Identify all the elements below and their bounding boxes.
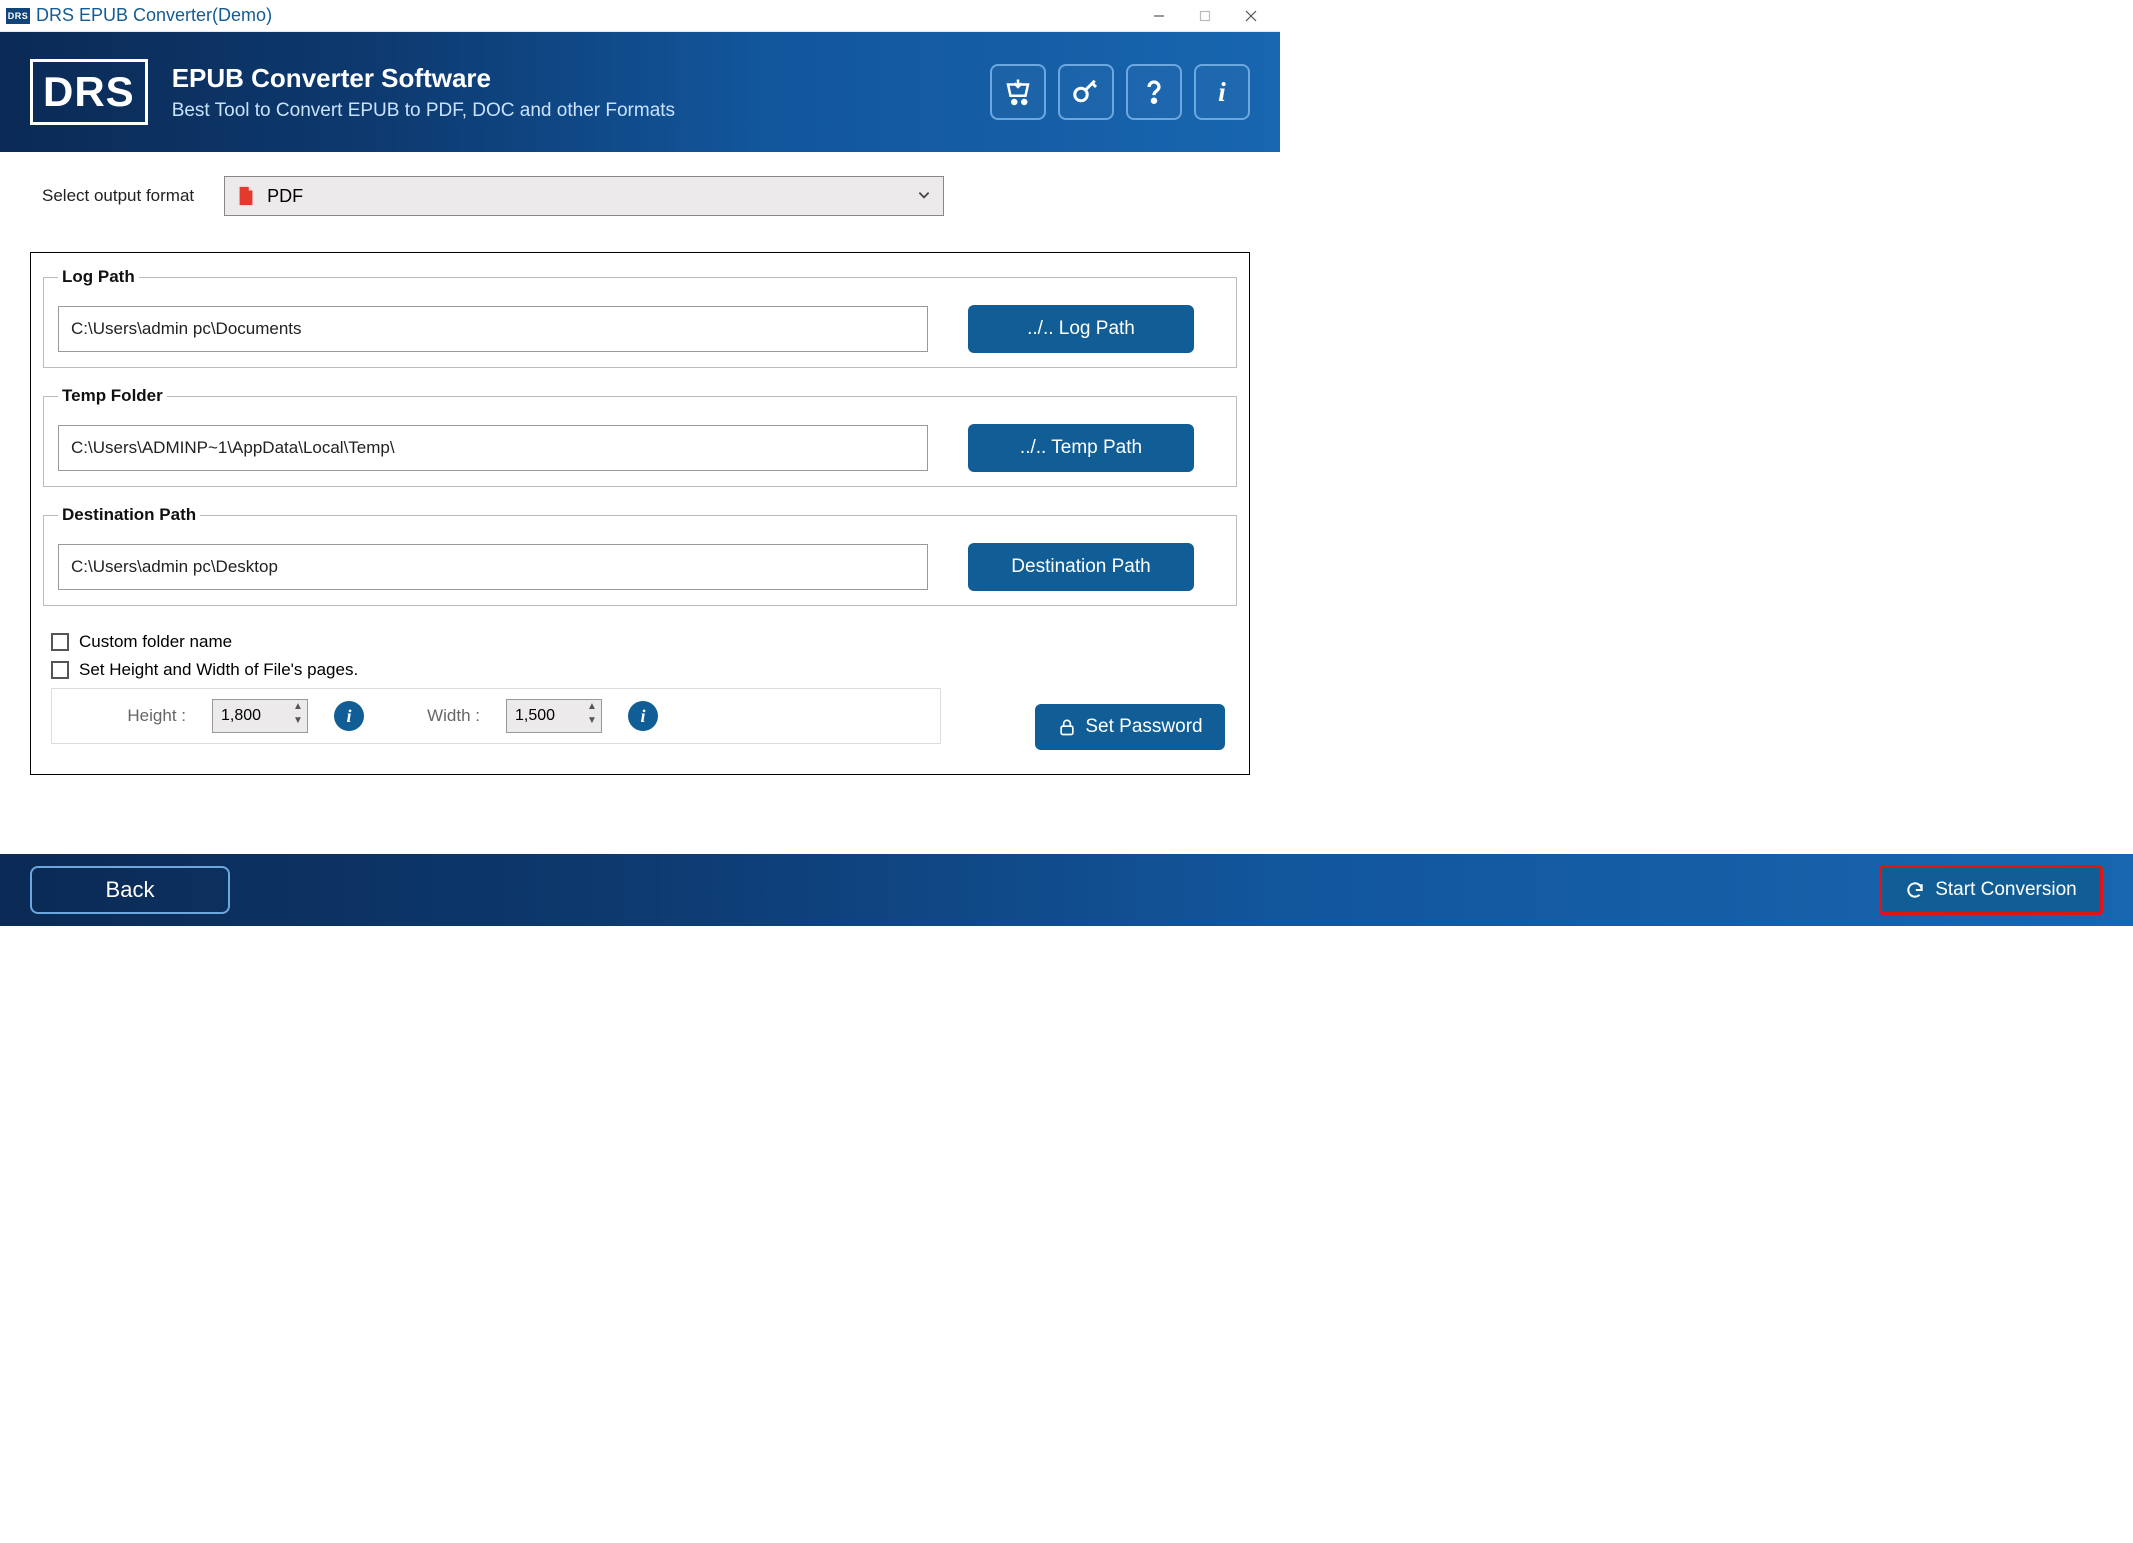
set-hw-checkbox[interactable] <box>51 661 69 679</box>
width-info-icon[interactable]: i <box>628 701 658 731</box>
log-path-input[interactable] <box>58 306 928 352</box>
custom-folder-checkbox[interactable] <box>51 633 69 651</box>
log-path-group: Log Path ../.. Log Path <box>43 267 1237 368</box>
info-icon[interactable]: i <box>1194 64 1250 120</box>
temp-folder-legend: Temp Folder <box>58 386 167 406</box>
temp-folder-group: Temp Folder ../.. Temp Path <box>43 386 1237 487</box>
banner-title: EPUB Converter Software <box>172 63 675 94</box>
output-format-label: Select output format <box>42 186 194 206</box>
output-format-select[interactable]: PDF <box>224 176 944 216</box>
temp-path-input[interactable] <box>58 425 928 471</box>
chevron-down-icon <box>917 186 931 207</box>
log-path-button[interactable]: ../.. Log Path <box>968 305 1194 353</box>
start-conversion-label: Start Conversion <box>1935 879 2077 901</box>
lock-icon <box>1057 717 1077 737</box>
destination-path-button[interactable]: Destination Path <box>968 543 1194 591</box>
destination-path-group: Destination Path Destination Path <box>43 505 1237 606</box>
maximize-button[interactable] <box>1182 1 1228 31</box>
refresh-icon <box>1905 880 1925 900</box>
back-button[interactable]: Back <box>30 866 230 914</box>
titlebar: DRS DRS EPUB Converter(Demo) <box>0 0 1280 32</box>
banner: DRS EPUB Converter Software Best Tool to… <box>0 32 1280 152</box>
destination-path-input[interactable] <box>58 544 928 590</box>
height-stepper[interactable]: 1,800 ▲▼ <box>212 699 308 733</box>
key-icon[interactable] <box>1058 64 1114 120</box>
set-password-label: Set Password <box>1085 716 1202 738</box>
height-label: Height : <box>66 706 186 726</box>
banner-subtitle: Best Tool to Convert EPUB to PDF, DOC an… <box>172 100 675 122</box>
set-password-button[interactable]: Set Password <box>1035 704 1225 750</box>
titlebar-logo-icon: DRS <box>6 8 30 24</box>
help-icon[interactable] <box>1126 64 1182 120</box>
destination-path-legend: Destination Path <box>58 505 200 525</box>
width-value: 1,500 <box>515 707 555 725</box>
height-spin-controls[interactable]: ▲▼ <box>291 702 305 730</box>
width-label: Width : <box>390 706 480 726</box>
height-info-icon[interactable]: i <box>334 701 364 731</box>
settings-box: Log Path ../.. Log Path Temp Folder ../.… <box>30 252 1250 775</box>
footer: Back Start Conversion <box>0 854 2133 926</box>
close-button[interactable] <box>1228 1 1274 31</box>
output-format-value: PDF <box>267 186 303 207</box>
brand-logo: DRS <box>30 59 148 125</box>
width-stepper[interactable]: 1,500 ▲▼ <box>506 699 602 733</box>
cart-icon[interactable] <box>990 64 1046 120</box>
window-title: DRS EPUB Converter(Demo) <box>36 5 272 26</box>
height-value: 1,800 <box>221 707 261 725</box>
custom-folder-label: Custom folder name <box>79 632 232 652</box>
svg-text:i: i <box>1218 77 1226 107</box>
content-area: Select output format PDF Log Path ../.. … <box>0 152 1280 854</box>
set-hw-label: Set Height and Width of File's pages. <box>79 660 358 680</box>
start-conversion-button[interactable]: Start Conversion <box>1879 865 2103 915</box>
width-spin-controls[interactable]: ▲▼ <box>585 702 599 730</box>
pdf-icon <box>235 185 257 207</box>
temp-path-button[interactable]: ../.. Temp Path <box>968 424 1194 472</box>
log-path-legend: Log Path <box>58 267 139 287</box>
minimize-button[interactable] <box>1136 1 1182 31</box>
